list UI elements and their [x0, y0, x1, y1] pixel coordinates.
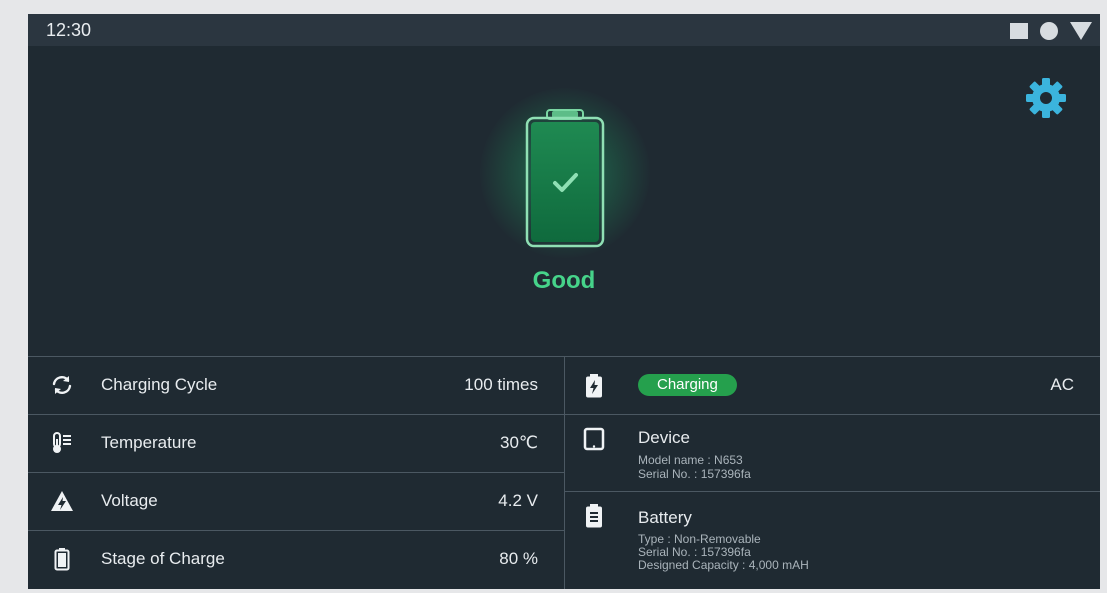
metric-label: Stage of Charge [101, 549, 225, 568]
device-serial: Serial No. : 157396fa [638, 467, 751, 481]
metric-value: 100 times [464, 375, 538, 394]
device-model: Model name : N653 [638, 453, 743, 467]
health-status-label: Good [532, 267, 596, 294]
app-screen: 12:30 Good Charging Cycle 100 times Temp… [28, 14, 1100, 589]
charging-status-row: Charging AC [565, 356, 1100, 414]
metric-value: 30℃ [499, 433, 538, 452]
metric-row-stage-of-charge: Stage of Charge 80 % [28, 530, 564, 588]
metric-label: Charging Cycle [101, 375, 218, 394]
device-title: Device [638, 428, 690, 447]
charging-bolt-icon [586, 374, 602, 398]
battery-check-icon [525, 109, 605, 248]
voltage-icon [51, 491, 73, 511]
square-icon[interactable] [1010, 23, 1028, 39]
battery-level-icon [54, 548, 70, 571]
metric-row-voltage: Voltage 4.2 V [28, 472, 564, 530]
battery-info-panel: Battery Type : Non-Removable Serial No. … [565, 491, 1100, 589]
power-source-label: AC [1050, 375, 1074, 394]
tablet-icon [583, 427, 605, 451]
triangle-down-icon[interactable] [1070, 22, 1092, 40]
battery-title: Battery [638, 508, 692, 527]
metric-label: Voltage [101, 491, 158, 510]
metric-label: Temperature [101, 433, 197, 452]
circle-icon[interactable] [1040, 22, 1058, 40]
metric-row-temperature: Temperature 30℃ [28, 414, 564, 472]
status-time: 12:30 [46, 20, 92, 40]
thermometer-icon [53, 432, 71, 453]
metric-value: 4.2 V [498, 491, 538, 510]
charging-status-badge: Charging [638, 374, 737, 396]
cycle-icon [52, 376, 72, 394]
metric-row-charging-cycle: Charging Cycle 100 times [28, 356, 564, 414]
device-info-panel: Device Model name : N653 Serial No. : 15… [565, 414, 1100, 491]
metric-value: 80 % [499, 549, 538, 568]
status-icons [1010, 22, 1092, 40]
battery-health-panel: Good [28, 46, 1100, 356]
battery-capacity: Designed Capacity : 4,000 mAH [638, 558, 809, 572]
battery-health-graphic [480, 88, 650, 258]
status-bar: 12:30 [28, 14, 1100, 46]
battery-info-icon [586, 504, 602, 528]
